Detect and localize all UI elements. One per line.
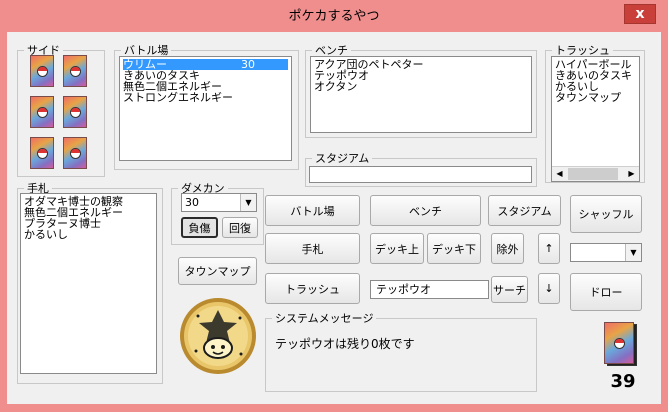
window-border-left [0,32,7,412]
trash-scrollbar[interactable]: ◀ ▶ [552,166,639,181]
exclude-button[interactable]: 除外 [491,233,524,264]
window-border-bottom [0,404,668,412]
to-bench-button[interactable]: ベンチ [370,195,481,226]
side-card-icon[interactable] [30,96,54,128]
deck-top-button[interactable]: デッキ上 [370,233,424,264]
side-card-icon[interactable] [63,137,87,169]
side-cards [27,55,97,175]
chevron-down-icon[interactable]: ▼ [240,194,256,211]
trash-label: トラッシュ [555,44,610,57]
chevron-down-icon[interactable]: ▼ [625,244,641,261]
stadium-label: スタジアム [315,152,370,165]
list-item[interactable]: ストロングエネルギー [123,92,288,103]
deck-count: 39 [610,371,636,392]
injure-button[interactable]: 負傷 [181,217,218,238]
up-button[interactable]: ↑ [538,233,560,264]
to-battle-button[interactable]: バトル場 [265,195,360,226]
side-card-icon[interactable] [63,55,87,87]
card-back-icon[interactable] [601,322,639,370]
side-card-icon[interactable] [63,96,87,128]
side-card-icon[interactable] [30,137,54,169]
shuffle-button[interactable]: シャッフル [570,195,642,233]
draw-button[interactable]: ドロー [570,273,642,311]
bench-label: ベンチ [315,44,348,57]
townmap-button[interactable]: タウンマップ [178,257,257,285]
scroll-left-icon[interactable]: ◀ [552,167,567,181]
heal-button[interactable]: 回復 [222,217,258,238]
jirachi-coin-icon[interactable] [178,296,258,376]
scroll-right-icon[interactable]: ▶ [624,167,639,181]
system-message: テッポウオは残り0枚です [275,337,415,351]
list-item[interactable]: かるいし [24,229,153,240]
window-title: ポケカするやつ [288,9,380,24]
deck-bottom-button[interactable]: デッキ下 [427,233,481,264]
close-button[interactable]: x [624,4,656,24]
message-label: システムメッセージ [275,312,374,325]
side-card-icon[interactable] [30,55,54,87]
to-hand-button[interactable]: 手札 [265,233,360,264]
damage-select[interactable]: 30 ▼ [181,193,257,212]
right-select[interactable]: ▼ [570,243,642,262]
damage-value: 30 [185,196,199,209]
to-stadium-button[interactable]: スタジアム [488,195,561,226]
down-button[interactable]: ↓ [538,273,560,304]
stadium-field[interactable] [309,166,532,183]
search-button[interactable]: サーチ [491,276,528,303]
window-border-right [661,32,668,412]
hand-list[interactable]: オダマキ博士の観察 無色二個エネルギー プラターヌ博士 かるいし [20,193,157,374]
battle-list[interactable]: ウリムー 30 きあいのタスキ 無色二個エネルギー ストロングエネルギー [119,56,292,161]
trash-list[interactable]: ハイパーボール きあいのタスキ かるいし タウンマップ [551,56,640,182]
list-item[interactable]: オクタン [314,81,528,92]
search-input[interactable]: テッポウオ [370,280,489,299]
to-trash-button[interactable]: トラッシュ [265,273,360,304]
bench-list[interactable]: アクア団のペトペター テッポウオ オクタン [310,56,532,133]
battle-label: バトル場 [124,44,169,57]
list-item[interactable]: タウンマップ [555,92,636,103]
scrollbar-thumb[interactable] [568,168,618,180]
